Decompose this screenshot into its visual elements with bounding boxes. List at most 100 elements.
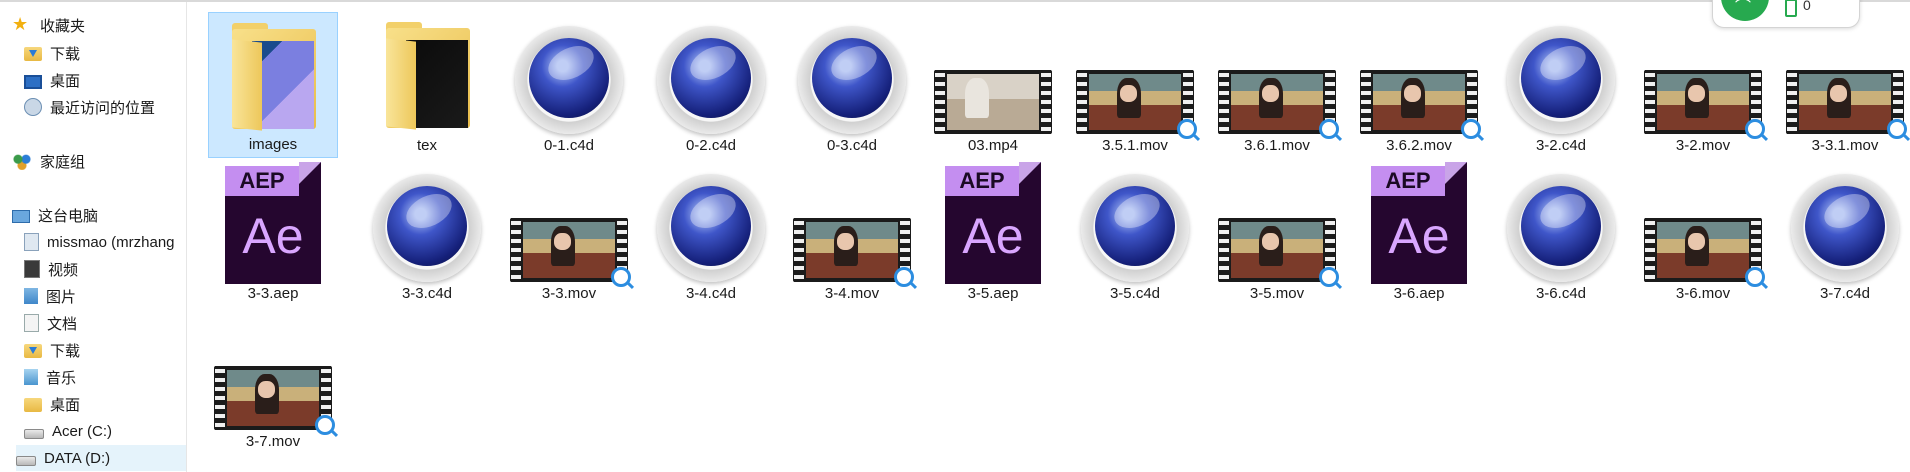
file-item[interactable]: 3-3.mov <box>504 160 634 306</box>
sidebar-item-label: 文档 <box>47 315 78 333</box>
file-item[interactable]: 3-4.c4d <box>646 160 776 306</box>
file-item[interactable]: 0-3.c4d <box>787 12 917 158</box>
ae-mark: Ae <box>962 208 1024 264</box>
sidebar-item-music[interactable]: 音乐 <box>24 364 186 390</box>
file-item[interactable]: 3.5.1.mov <box>1070 12 1200 158</box>
sidebar-item-downloads[interactable]: 下载 <box>24 40 186 66</box>
recent-places-icon <box>24 98 42 116</box>
file-name: 3-4.mov <box>824 285 880 302</box>
drive-icon <box>16 455 36 466</box>
file-item[interactable]: 3-3.c4d <box>362 160 492 306</box>
star-icon <box>12 14 32 35</box>
file-item[interactable]: 3-2.mov <box>1638 12 1768 158</box>
sidebar-item-drive-d[interactable]: DATA (D:) <box>16 445 186 471</box>
file-item[interactable]: 3-4.mov <box>787 160 917 306</box>
sidebar-item-desktop[interactable]: 桌面 <box>24 67 186 93</box>
ae-mark: Ae <box>1388 208 1450 264</box>
after-effects-file-icon: AEP Ae <box>1365 162 1473 284</box>
file-item[interactable]: 0-1.c4d <box>504 12 634 158</box>
sidebar-item-label: 下载 <box>50 45 81 63</box>
sidebar-item-label: 音乐 <box>46 369 77 387</box>
sidebar-item-label: 图片 <box>46 288 77 306</box>
aep-tag: AEP <box>225 166 299 196</box>
file-name: 3-3.aep <box>247 285 299 302</box>
file-item[interactable]: 3-6.mov <box>1638 160 1768 306</box>
sidebar-item-documents[interactable]: 文档 <box>24 310 186 336</box>
sidebar-item-homegroup[interactable]: 家庭组 <box>12 148 186 174</box>
wifi-icon <box>1721 0 1769 21</box>
sidebar-item-pictures[interactable]: 图片 <box>24 283 186 309</box>
homegroup-icon <box>12 152 32 170</box>
aep-tag: AEP <box>1371 166 1445 196</box>
sidebar-item-downloads-2[interactable]: 下载 <box>24 337 186 363</box>
file-name: 3-3.c4d <box>401 285 453 302</box>
file-item[interactable]: 3-7.mov <box>208 308 338 454</box>
file-item[interactable]: 3.6.1.mov <box>1212 12 1342 158</box>
file-name: 3-6.mov <box>1675 285 1731 302</box>
sidebar-item-favorites[interactable]: 收藏夹 <box>12 12 186 38</box>
this-pc-icon <box>12 209 30 223</box>
video-file-icon <box>214 366 335 435</box>
file-name: 0-3.c4d <box>826 137 878 154</box>
file-item[interactable]: 3-7.c4d <box>1780 160 1910 306</box>
file-name: 3.6.2.mov <box>1386 137 1452 154</box>
sidebar-item-recent-places[interactable]: 最近访问的位置 <box>24 94 186 120</box>
pictures-icon <box>24 288 38 304</box>
sidebar-item-drive-c[interactable]: Acer (C:) <box>24 418 186 444</box>
file-name: 0-1.c4d <box>543 137 595 154</box>
video-file-icon <box>1076 70 1197 139</box>
cinema4d-file-icon <box>1507 26 1615 134</box>
file-name: 3-4.c4d <box>685 285 737 302</box>
downloads-folder-icon <box>24 344 42 358</box>
cinema4d-file-icon <box>373 174 481 282</box>
sidebar-item-label: 桌面 <box>50 396 81 414</box>
video-file-icon <box>1644 218 1765 287</box>
connected-devices-count: 0 <box>1803 0 1811 13</box>
file-item[interactable]: tex <box>362 12 492 158</box>
file-name: 3-2.mov <box>1675 137 1731 154</box>
video-file-icon <box>510 218 631 287</box>
file-item[interactable]: 3-2.c4d <box>1496 12 1626 158</box>
file-list: images tex 0-1.c4d 0-2.c4d 0-3.c4d 03.mp4 3.5.… <box>200 2 1910 472</box>
file-name: 3-6.c4d <box>1535 285 1587 302</box>
cinema4d-file-icon <box>1791 174 1899 282</box>
desktop-icon <box>24 74 42 89</box>
video-file-icon <box>793 218 914 287</box>
video-file-icon <box>934 70 1052 134</box>
video-file-icon <box>1218 70 1339 139</box>
sidebar-item-label: 这台电脑 <box>38 207 99 225</box>
file-item[interactable]: 0-2.c4d <box>646 12 776 158</box>
file-item[interactable]: 3-5.c4d <box>1070 160 1200 306</box>
navigation-pane[interactable]: 收藏夹 下载 桌面 最近访问的位置 家庭组 这台电脑 missmao (mrzh… <box>0 2 187 472</box>
sidebar-item-this-pc[interactable]: 这台电脑 <box>12 202 186 228</box>
sidebar-item-label: 收藏夹 <box>40 17 86 35</box>
file-item[interactable]: 3-3.1.mov <box>1780 12 1910 158</box>
sidebar-item-videos[interactable]: 视频 <box>24 256 186 282</box>
video-file-icon <box>1218 218 1339 287</box>
file-item[interactable]: 03.mp4 <box>928 12 1058 158</box>
file-item[interactable]: AEP Ae 3-5.aep <box>928 160 1058 306</box>
videos-icon <box>24 260 40 278</box>
network-widget[interactable]: 0 <box>1712 0 1860 28</box>
sidebar-item-label: 视频 <box>48 261 79 279</box>
file-item[interactable]: AEP Ae 3-3.aep <box>208 160 338 306</box>
file-name: 3-3.1.mov <box>1811 137 1879 154</box>
sidebar-item-label: 家庭组 <box>40 153 86 171</box>
file-item[interactable]: 3.6.2.mov <box>1354 12 1484 158</box>
phone-icon <box>1785 0 1797 17</box>
file-item[interactable]: 3-5.mov <box>1212 160 1342 306</box>
file-item[interactable]: 3-6.c4d <box>1496 160 1626 306</box>
cinema4d-file-icon <box>657 26 765 134</box>
ae-mark: Ae <box>242 208 304 264</box>
file-item[interactable]: images <box>208 12 338 158</box>
drive-icon <box>24 428 44 439</box>
sidebar-item-desktop-2[interactable]: 桌面 <box>24 391 186 417</box>
file-name: 3-5.c4d <box>1109 285 1161 302</box>
file-name: 3-2.c4d <box>1535 137 1587 154</box>
sidebar-item-user[interactable]: missmao (mrzhang <box>24 229 186 255</box>
file-name: images <box>248 136 298 153</box>
file-name: 03.mp4 <box>967 137 1019 154</box>
file-name: 3-3.mov <box>541 285 597 302</box>
sidebar-item-label: DATA (D:) <box>44 449 111 467</box>
file-item[interactable]: AEP Ae 3-6.aep <box>1354 160 1484 306</box>
